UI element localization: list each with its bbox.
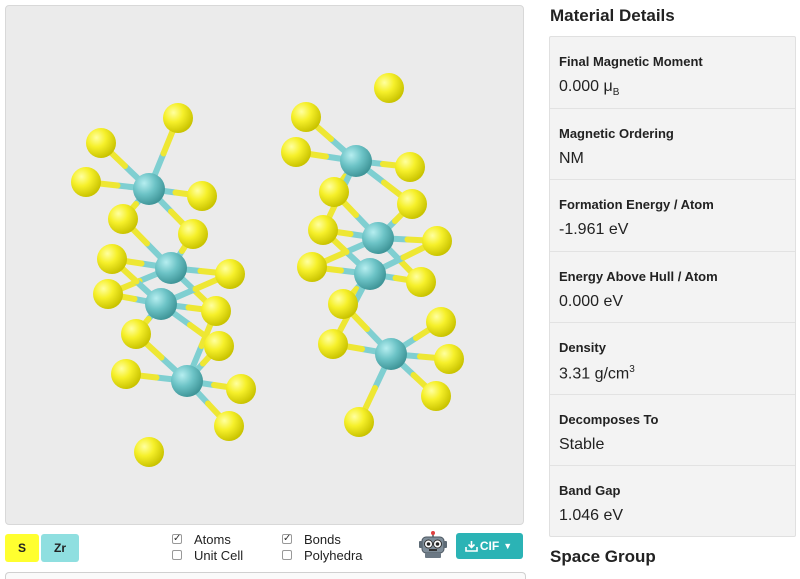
s-atom	[93, 279, 123, 309]
s-atom	[374, 73, 404, 103]
s-atom	[281, 137, 311, 167]
s-atom	[406, 267, 436, 297]
s-atom	[308, 215, 338, 245]
structure-viewer[interactable]	[5, 5, 524, 525]
bonds-option[interactable]: ✓ Bonds	[282, 531, 363, 547]
polyhedra-label: Polyhedra	[304, 547, 363, 563]
s-atom	[318, 329, 348, 359]
s-atom	[204, 331, 234, 361]
display-options-right: ✓ Bonds Polyhedra	[282, 531, 363, 563]
s-atom	[134, 437, 164, 467]
detail-row: Band Gap 1.046 eV	[550, 466, 795, 538]
legend-s[interactable]: S	[5, 534, 39, 562]
detail-value: 1.046 eV	[559, 507, 624, 524]
zr-atom	[362, 222, 394, 254]
detail-row: Magnetic Ordering NM	[550, 109, 795, 180]
s-atom	[226, 374, 256, 404]
detail-label: Final Magnetic Moment	[559, 54, 703, 69]
detail-row: Energy Above Hull / Atom 0.000 eV	[550, 252, 795, 323]
s-atom	[397, 189, 427, 219]
detail-value: -1.961 eV	[559, 221, 629, 238]
detail-value: 0.000 μB	[559, 78, 620, 99]
robot-icon[interactable]	[418, 530, 448, 560]
element-legend: S Zr	[5, 534, 79, 562]
detail-label: Density	[559, 340, 606, 355]
unit-cell-checkbox[interactable]	[172, 550, 182, 560]
detail-row: Decomposes To Stable	[550, 395, 795, 466]
bonds-label: Bonds	[304, 531, 341, 547]
zr-atom	[155, 252, 187, 284]
material-details-title: Material Details	[550, 6, 675, 25]
s-atom	[421, 381, 451, 411]
s-atom	[422, 226, 452, 256]
detail-value: 0.000 eV	[559, 292, 624, 310]
s-atom	[71, 167, 101, 197]
s-atom	[328, 289, 358, 319]
legend-zr[interactable]: Zr	[41, 534, 79, 562]
s-atom	[426, 307, 456, 337]
material-details-panel: Final Magnetic Moment 0.000 μB Magnetic …	[549, 36, 796, 537]
bonds-layer	[83, 114, 452, 429]
detail-label: Band Gap	[559, 483, 621, 498]
detail-value: Stable	[559, 435, 605, 453]
s-atom	[111, 359, 141, 389]
download-cif-button[interactable]: CIF ▼	[456, 533, 523, 559]
zr-atom	[354, 258, 386, 290]
zr-atom	[340, 145, 372, 177]
s-atom	[187, 181, 217, 211]
detail-label: Decomposes To	[559, 411, 659, 427]
crystal-structure-canvas[interactable]	[6, 6, 525, 526]
download-cif-label: CIF	[479, 539, 500, 553]
bonds-checkbox[interactable]: ✓	[282, 534, 292, 544]
unit-cell-label: Unit Cell	[194, 547, 244, 563]
zr-atom	[133, 173, 165, 205]
detail-row: Density 3.31 g/cm3	[550, 323, 795, 395]
space-group-title: Space Group	[550, 547, 656, 566]
s-atom	[291, 102, 321, 132]
polyhedra-option[interactable]: Polyhedra	[282, 547, 363, 563]
detail-label: Formation Energy / Atom	[559, 197, 714, 212]
s-atom	[178, 219, 208, 249]
s-atom	[108, 204, 138, 234]
detail-value: 3.31 g/cm3	[559, 364, 635, 383]
s-atom	[86, 128, 116, 158]
s-atom	[97, 244, 127, 274]
atoms-label: Atoms	[194, 531, 231, 547]
zr-atom	[171, 365, 203, 397]
atoms-option[interactable]: ✓ Atoms	[172, 531, 243, 547]
download-icon	[465, 541, 478, 552]
detail-row: Final Magnetic Moment 0.000 μB	[550, 37, 795, 109]
polyhedra-checkbox[interactable]	[282, 550, 292, 560]
detail-row: Formation Energy / Atom -1.961 eV	[550, 180, 795, 252]
zr-atom	[375, 338, 407, 370]
s-atom	[434, 344, 464, 374]
s-atom	[121, 319, 151, 349]
unit-cell-option[interactable]: Unit Cell	[172, 547, 243, 563]
detail-label: Magnetic Ordering	[559, 125, 674, 141]
detail-value: NM	[559, 149, 584, 167]
s-atom	[201, 296, 231, 326]
s-atom	[163, 103, 193, 133]
s-atom	[395, 152, 425, 182]
atoms-layer	[71, 73, 464, 467]
s-atom	[319, 177, 349, 207]
detail-label: Energy Above Hull / Atom	[559, 268, 718, 284]
zr-atom	[145, 288, 177, 320]
atoms-checkbox[interactable]: ✓	[172, 534, 182, 544]
caret-down-icon: ▼	[503, 541, 513, 551]
s-atom	[297, 252, 327, 282]
s-atom	[214, 411, 244, 441]
display-options-left: ✓ Atoms Unit Cell	[172, 531, 243, 563]
s-atom	[344, 407, 374, 437]
s-atom	[215, 259, 245, 289]
